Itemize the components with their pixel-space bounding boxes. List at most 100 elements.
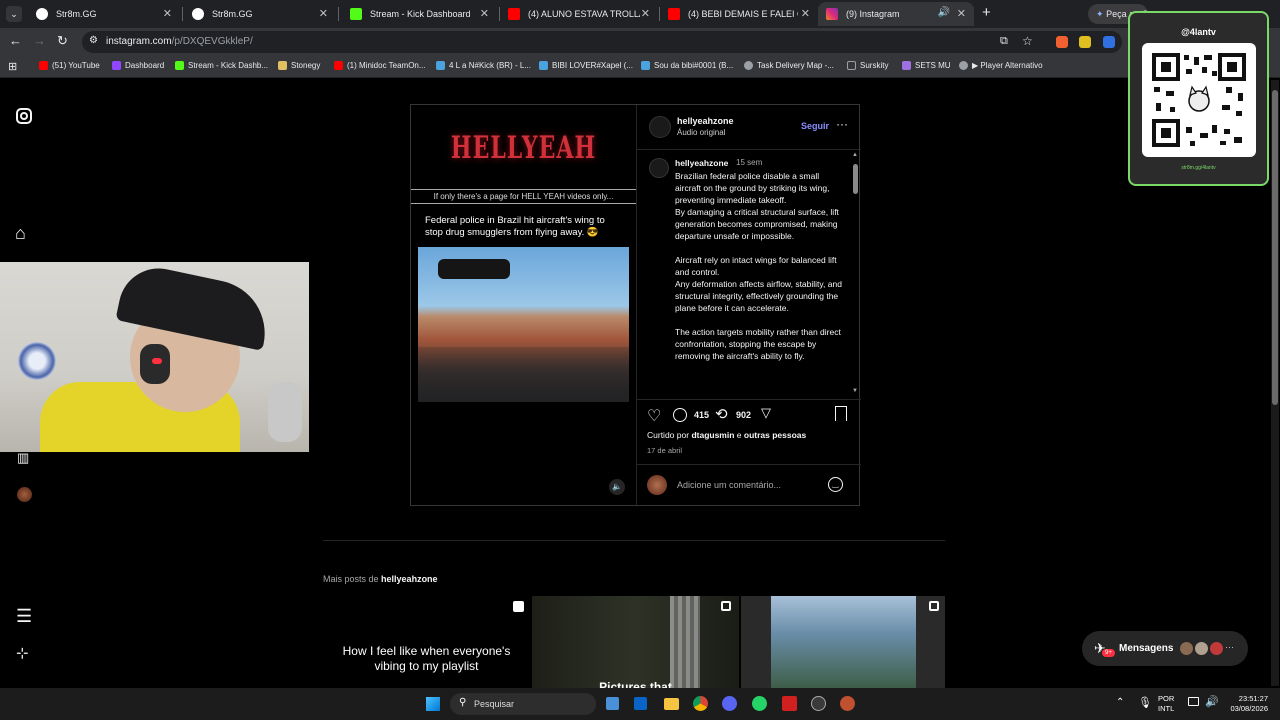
video-frame[interactable] [418, 247, 629, 402]
tab-4[interactable]: (4) ALUNO ESTAVA TROLLANDO ✕ [500, 2, 658, 26]
comment-icon[interactable] [673, 408, 687, 422]
mute-toggle-icon[interactable]: 🔈 [609, 479, 625, 495]
microphone-tray-icon[interactable]: 🎙 [1138, 696, 1152, 709]
bookmark-kick-dashboard[interactable]: Stream - Kick Dashb... [175, 61, 268, 70]
tab-close-icon[interactable]: ✕ [163, 7, 172, 20]
tab-search-icon[interactable]: ⌄ [6, 6, 22, 22]
profile-avatar[interactable] [17, 487, 32, 502]
bookmark-dashboard[interactable]: Dashboard [112, 61, 164, 70]
extension-icon-3[interactable] [1103, 36, 1115, 48]
tab-close-icon[interactable]: ✕ [480, 7, 489, 20]
speaker-icon[interactable]: 🔊 [938, 7, 950, 18]
bookmark-surskity[interactable]: Surskity [847, 61, 888, 70]
bookmark-stonegy[interactable]: Stonegy [278, 61, 320, 70]
extension-icon-2[interactable] [1079, 36, 1091, 48]
tab-close-icon[interactable]: ✕ [957, 7, 966, 20]
bookmark-bibi-lover[interactable]: BIBI LOVER#Xapel (... [539, 61, 633, 70]
post-media[interactable]: HELLYEAH If only there's a page for HELL… [411, 105, 636, 505]
author-username[interactable]: hellyeahzone [677, 116, 734, 126]
bookmark-label: 4 L a N#Kick (BR) - L... [449, 61, 531, 70]
emoji-picker-icon[interactable]: ‿ [828, 477, 843, 492]
like-heart-icon[interactable]: ♡ [647, 406, 661, 426]
liked-by-others[interactable]: outras pessoas [744, 430, 806, 440]
back-icon[interactable]: ← [9, 33, 22, 48]
page-scrollbar[interactable] [1271, 80, 1279, 686]
more-menu-icon[interactable]: ☰ [16, 606, 32, 627]
bookmark-sou-da-bibi[interactable]: Sou da bibi#0001 (B... [641, 61, 733, 70]
obs-icon[interactable] [811, 696, 826, 711]
caption-scrollbar[interactable]: ▲ ▼ [851, 152, 859, 396]
comment-input[interactable]: Adicione um comentário... [677, 480, 781, 490]
l-icon [641, 61, 650, 70]
apps-grid-icon[interactable]: ⊞ [8, 60, 17, 73]
address-bar[interactable]: ⚙ instagram.com/p/DXQEVGkkleP/ ⧉ ☆ [82, 31, 1122, 53]
more-posts-user[interactable]: hellyeahzone [381, 574, 438, 584]
scroll-thumb[interactable] [853, 164, 858, 194]
bookmark-youtube[interactable]: (51) YouTube [39, 61, 100, 70]
grid-post-3[interactable] [741, 596, 945, 688]
bookmark-star-icon[interactable]: ☆ [1022, 34, 1033, 48]
post-date[interactable]: 17 de abril [647, 446, 682, 455]
follow-button[interactable]: Seguir [801, 121, 829, 131]
messages-button[interactable]: ✈ 9+ Mensagens ··· [1082, 631, 1248, 666]
tab-2[interactable]: Str8m.GG ✕ [184, 2, 336, 26]
app-x-icon[interactable] [782, 696, 797, 711]
webcam-feed [0, 262, 309, 452]
discord-icon[interactable] [722, 696, 737, 711]
liked-by-user[interactable]: dtagusmin [691, 430, 734, 440]
outlook-icon[interactable] [634, 697, 647, 710]
home-icon[interactable]: ⌂ [15, 223, 26, 244]
repost-icon[interactable]: ⟲ [715, 405, 728, 423]
scroll-down-icon[interactable]: ▼ [852, 388, 858, 394]
reposts-count[interactable]: 902 [736, 410, 751, 420]
caption-avatar[interactable] [649, 158, 669, 178]
author-avatar[interactable] [649, 116, 671, 138]
bookmark-sets-mu[interactable]: SETS MU [902, 61, 951, 70]
install-app-icon[interactable]: ⧉ [1000, 35, 1008, 48]
caption-username[interactable]: hellyeahzone [675, 158, 728, 168]
forward-icon[interactable]: → [33, 33, 46, 48]
also-from-meta-icon[interactable]: ⊹ [16, 644, 29, 662]
more-options-icon[interactable]: ··· [836, 117, 848, 131]
file-explorer-icon[interactable] [664, 698, 679, 710]
scroll-up-icon[interactable]: ▲ [852, 152, 858, 158]
tab-5[interactable]: (4) BEBI DEMAIS E FALEI O QUE ✕ [660, 2, 818, 26]
tab-close-icon[interactable]: ✕ [801, 7, 810, 20]
display-tray-icon[interactable] [1188, 697, 1199, 706]
audio-label[interactable]: Áudio original [677, 128, 725, 137]
bookmark-task-delivery[interactable]: Task Delivery Map -... [744, 61, 834, 70]
whatsapp-icon[interactable] [752, 696, 767, 711]
grid-post-2[interactable]: Pictures that [532, 596, 739, 688]
tab-close-icon[interactable]: ✕ [641, 7, 650, 20]
bookmark-minidoc[interactable]: (1) Minidoc TeamOn... [334, 61, 426, 70]
clock[interactable]: 23:51:27 03/08/2026 [1226, 694, 1268, 714]
extension-icon-1[interactable] [1056, 36, 1068, 48]
dashboard-icon[interactable]: ▥ [17, 450, 29, 466]
grid-post-1[interactable]: How I feel like when everyone's vibing t… [323, 596, 530, 688]
tab-close-icon[interactable]: ✕ [319, 7, 328, 20]
site-info-icon[interactable]: ⚙ [89, 35, 98, 46]
tab-1[interactable]: Str8m.GG ✕ [28, 2, 180, 26]
bookmark-kick-lan[interactable]: 4 L a N#Kick (BR) - L... [436, 61, 531, 70]
bookmark-player-alternativo[interactable]: ▶ Player Alternativo [959, 61, 1043, 70]
chrome-icon[interactable] [693, 696, 708, 711]
tab-instagram-active[interactable]: (9) Instagram 🔊 ✕ [818, 2, 974, 26]
language-indicator[interactable]: POR INTL [1158, 694, 1174, 714]
store-icon[interactable] [606, 697, 619, 710]
start-menu-icon[interactable] [426, 697, 440, 711]
comments-count[interactable]: 415 [694, 410, 709, 420]
tab-3[interactable]: Stream - Kick Dashboard ✕ [342, 2, 497, 26]
instagram-logo-lens [20, 112, 28, 120]
save-bookmark-icon[interactable] [835, 406, 847, 421]
volume-tray-icon[interactable]: 🔊 [1205, 695, 1219, 708]
new-tab-icon[interactable]: + [982, 4, 991, 21]
reload-icon[interactable]: ↻ [57, 33, 68, 49]
taskbar-search-icon: ⚲ [459, 697, 467, 708]
share-send-icon[interactable]: ▽ [761, 405, 771, 421]
app-settings-icon[interactable] [840, 696, 855, 711]
taskbar-search[interactable]: ⚲ Pesquisar [450, 693, 596, 715]
tab-label: Str8m.GG [212, 9, 253, 19]
caption-scroll-area[interactable]: hellyeahzone 15 sem Brazilian federal po… [637, 149, 861, 399]
page-scroll-thumb[interactable] [1272, 90, 1278, 405]
tray-chevron-icon[interactable]: ⌃ [1116, 697, 1124, 708]
